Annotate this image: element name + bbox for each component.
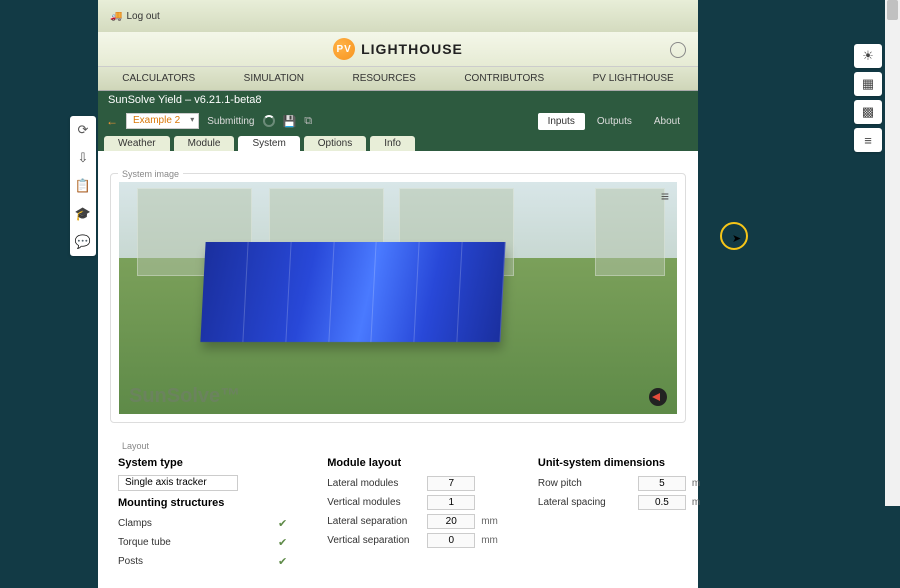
vertical-sep-input[interactable]: [427, 533, 475, 548]
row-pitch-input[interactable]: [638, 476, 686, 491]
logout-label: Log out: [126, 11, 159, 22]
viewer-menu-icon[interactable]: ≡: [661, 188, 669, 204]
clipboard-icon[interactable]: 📋: [75, 178, 91, 194]
logo-icon: PV: [333, 38, 355, 60]
watermark: SunSolve™: [129, 385, 240, 408]
lateral-modules-input[interactable]: [427, 476, 475, 491]
lateral-sep-input[interactable]: [427, 514, 475, 529]
refresh-icon[interactable]: ⟳: [78, 122, 89, 138]
nav-pvlighthouse[interactable]: PV LIGHTHOUSE: [593, 73, 674, 84]
nav-main: CALCULATORS SIMULATION RESOURCES CONTRIB…: [98, 67, 698, 91]
lateral-sep-label: Lateral separation: [327, 516, 427, 527]
subtab-module[interactable]: Module: [174, 136, 235, 151]
compass-icon[interactable]: [649, 388, 667, 406]
grid-tool-icon[interactable]: ▩: [854, 100, 882, 124]
system-image-label: System image: [118, 169, 183, 179]
unit-dim-title: Unit-system dimensions: [538, 457, 700, 469]
back-button[interactable]: ←: [106, 114, 118, 128]
module-layout-title: Module layout: [327, 457, 498, 469]
mounting-title: Mounting structures: [118, 497, 287, 509]
logout-link[interactable]: 🚚 Log out: [110, 11, 160, 22]
logo[interactable]: PV LIGHTHOUSE: [333, 38, 463, 60]
unit-m: m: [692, 478, 700, 489]
system-3d-viewer[interactable]: SunSolve™ ≡: [119, 182, 677, 414]
nav-resources[interactable]: RESOURCES: [353, 73, 416, 84]
left-toolbar: ⟳ ⇩ 📋 🎓 💬: [70, 116, 96, 256]
layout-label: Layout: [118, 441, 153, 451]
db-tool-icon[interactable]: ≡: [854, 128, 882, 152]
cursor-highlight: [720, 222, 748, 250]
clamps-check-icon[interactable]: ✔: [278, 517, 287, 530]
system-type-title: System type: [118, 457, 287, 469]
nav-contributors[interactable]: CONTRIBUTORS: [464, 73, 544, 84]
lateral-modules-label: Lateral modules: [327, 478, 427, 489]
system-type-select[interactable]: Single axis tracker: [118, 475, 238, 491]
subtab-info[interactable]: Info: [370, 136, 415, 151]
status-text: Submitting: [207, 116, 254, 127]
vertical-sep-label: Vertical separation: [327, 535, 427, 546]
torque-check-icon[interactable]: ✔: [278, 536, 287, 549]
brand-name: LIGHTHOUSE: [361, 41, 463, 57]
page-title: SunSolve Yield – v6.21.1-beta8: [98, 91, 698, 109]
save-button[interactable]: 💾: [283, 115, 297, 128]
globe-icon[interactable]: [670, 42, 686, 58]
subtab-system[interactable]: System: [238, 136, 299, 151]
tab-inputs[interactable]: Inputs: [538, 113, 585, 130]
tab-outputs[interactable]: Outputs: [587, 113, 642, 130]
row-pitch-label: Row pitch: [538, 478, 638, 489]
page-scrollbar[interactable]: [885, 0, 900, 506]
unit-mm: mm: [481, 535, 498, 546]
torque-label: Torque tube: [118, 537, 218, 548]
right-toolbar: ☀ ▦ ▩ ≡: [854, 44, 882, 152]
spinner-icon: [263, 115, 275, 127]
ghost-panel: [595, 188, 665, 276]
lateral-spacing-input[interactable]: [638, 495, 686, 510]
logo-bar: PV LIGHTHOUSE: [98, 32, 698, 67]
weather-tool-icon[interactable]: ☀: [854, 44, 882, 68]
nav-simulation[interactable]: SIMULATION: [244, 73, 304, 84]
clamps-label: Clamps: [118, 518, 218, 529]
example-select[interactable]: Example 2: [126, 113, 199, 129]
download-icon[interactable]: ⇩: [78, 150, 89, 166]
subtab-weather[interactable]: Weather: [104, 136, 170, 151]
subtab-options[interactable]: Options: [304, 136, 366, 151]
nav-calculators[interactable]: CALCULATORS: [122, 73, 195, 84]
education-icon[interactable]: 🎓: [75, 206, 91, 222]
posts-label: Posts: [118, 556, 218, 567]
cursor-pointer: ➤: [732, 232, 741, 245]
copy-button[interactable]: ⧉: [304, 115, 312, 128]
chat-icon[interactable]: 💬: [75, 234, 91, 250]
module-array: [200, 242, 505, 342]
posts-check-icon[interactable]: ✔: [278, 555, 287, 568]
module-tool-icon[interactable]: ▦: [854, 72, 882, 96]
vertical-modules-input[interactable]: [427, 495, 475, 510]
unit-mm: mm: [481, 516, 498, 527]
tab-about[interactable]: About: [644, 113, 690, 130]
